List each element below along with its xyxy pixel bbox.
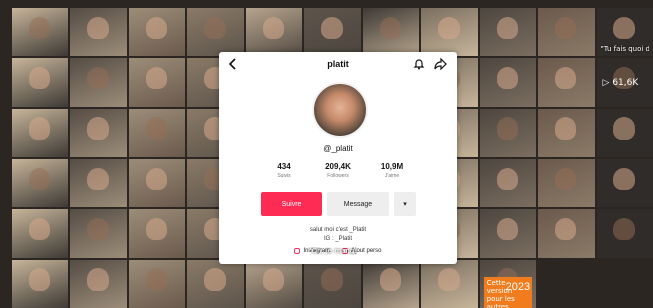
video-thumbnail[interactable]: [12, 108, 69, 157]
video-thumbnail[interactable]: [479, 108, 537, 157]
notification-bell-icon[interactable]: [413, 58, 425, 70]
video-thumbnail[interactable]: [12, 8, 69, 57]
thumbnail-caption: "Oh, je mange avec Pauline": [308, 246, 357, 255]
views-count: ▷ 61,6K: [602, 77, 639, 88]
video-thumbnail[interactable]: [12, 58, 69, 107]
video-thumbnail[interactable]: [596, 158, 653, 208]
profile-bio: salut moi c'est _Platit IG : _Platit: [219, 226, 457, 244]
follow-button[interactable]: Suivre: [261, 192, 322, 216]
video-thumbnail[interactable]: [479, 158, 537, 208]
video-thumbnail[interactable]: [479, 58, 537, 107]
video-thumbnail[interactable]: [70, 108, 127, 157]
video-thumbnail[interactable]: [421, 8, 478, 57]
video-thumbnail[interactable]: [70, 58, 127, 107]
video-thumbnail[interactable]: [245, 259, 303, 308]
video-thumbnail[interactable]: [128, 158, 186, 208]
video-thumbnail[interactable]: [70, 259, 127, 308]
video-thumbnail[interactable]: [187, 259, 244, 308]
video-thumbnail[interactable]: [421, 259, 478, 308]
video-thumbnail[interactable]: [538, 108, 595, 157]
stat-value: 209,4K: [325, 162, 351, 171]
profile-top-bar: platit: [219, 52, 457, 76]
instagram-icon: [294, 248, 301, 254]
video-thumbnail[interactable]: [70, 8, 127, 57]
video-thumbnail[interactable]: [12, 259, 69, 308]
profile-handle: @_platit: [323, 144, 353, 153]
video-thumbnail[interactable]: [479, 8, 537, 57]
stat-likes[interactable]: 10,9M J'aime: [367, 162, 417, 179]
year-label: 2023: [505, 281, 531, 294]
video-thumbnail[interactable]: "Tu fais quoi demain ?" Moi :: [596, 8, 653, 57]
video-thumbnail[interactable]: [12, 158, 69, 208]
video-thumbnail[interactable]: [245, 8, 303, 57]
video-thumbnail[interactable]: [538, 8, 595, 57]
profile-stats: 434 Suivis 209,4K Followers 10,9M J'aime: [259, 162, 417, 179]
video-thumbnail[interactable]: [70, 209, 127, 258]
bio-line: salut moi c'est _Platit: [309, 227, 367, 233]
video-thumbnail[interactable]: [70, 158, 127, 208]
video-thumbnail[interactable]: [596, 108, 653, 157]
thumbnail-caption: "Tu fais quoi demain ?" Moi :: [600, 45, 649, 54]
video-thumbnail[interactable]: ▷ 61,6K: [596, 58, 653, 107]
video-thumbnail[interactable]: [538, 158, 595, 208]
stat-label: J'aime: [384, 173, 400, 179]
video-thumbnail[interactable]: [304, 8, 361, 57]
profile-card: platit @_platit 434 Suivis 209,4K Follow…: [219, 52, 457, 264]
message-button[interactable]: Message: [327, 192, 389, 216]
stat-following[interactable]: 434 Suivis: [259, 162, 309, 179]
video-thumbnail[interactable]: [362, 8, 420, 57]
video-thumbnail[interactable]: [479, 209, 537, 258]
stat-followers[interactable]: 209,4K Followers: [313, 162, 363, 179]
video-thumbnail[interactable]: [12, 209, 69, 258]
video-thumbnail[interactable]: [128, 58, 186, 107]
stat-label: Suivis: [277, 173, 291, 179]
stat-value: 10,9M: [380, 162, 404, 171]
video-thumbnail[interactable]: [128, 108, 186, 157]
video-thumbnail[interactable]: [362, 259, 420, 308]
stat-label: Followers: [327, 173, 349, 179]
video-thumbnail[interactable]: [128, 209, 186, 258]
stat-value: 434: [277, 162, 291, 171]
video-thumbnail[interactable]: [187, 8, 244, 57]
video-thumbnail[interactable]: [304, 259, 361, 308]
video-thumbnail[interactable]: [538, 58, 595, 107]
video-thumbnail[interactable]: [596, 209, 653, 258]
video-thumbnail[interactable]: [128, 259, 186, 308]
bio-line: IG : _Platit: [323, 236, 352, 242]
video-thumbnail[interactable]: Cette version pour les autres 2023: [479, 259, 537, 308]
screen: "Tu fais quoi demain ?" Moi : ▷ 61,6K "Oh,…: [0, 0, 653, 308]
share-icon[interactable]: [434, 58, 447, 70]
profile-actions: Suivre Message ▾: [261, 192, 416, 216]
video-thumbnail[interactable]: [538, 209, 595, 258]
avatar[interactable]: [312, 82, 368, 138]
more-options-button[interactable]: ▾: [394, 192, 416, 216]
video-thumbnail[interactable]: [128, 8, 186, 57]
